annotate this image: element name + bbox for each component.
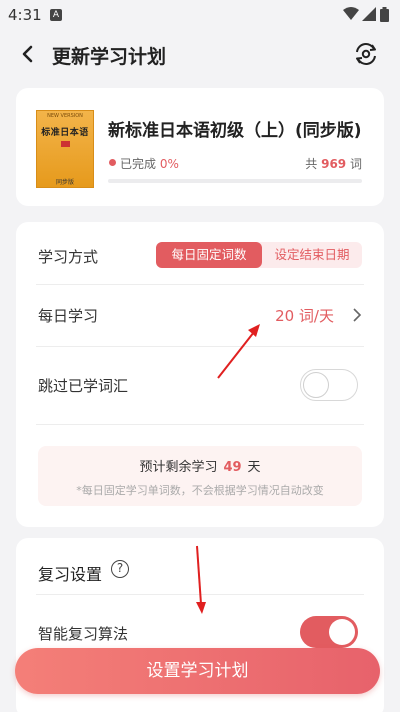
- battery-icon: [380, 7, 389, 22]
- book-card: NEW VERSION 标准日本语 同步版 新标准日本语初级（上）(同步版) 已…: [16, 88, 384, 206]
- notification-icon: A: [50, 9, 62, 21]
- wifi-icon: [343, 7, 359, 20]
- book-cover: NEW VERSION 标准日本语 同步版: [36, 110, 94, 188]
- estimate-text: 预计剩余学习 49 天: [38, 456, 362, 475]
- total-words: 共 969 词: [305, 155, 362, 172]
- progress-bar: [108, 179, 362, 183]
- daily-study-row[interactable]: 每日学习 20 词/天: [16, 284, 384, 346]
- book-title: 新标准日本语初级（上）(同步版): [108, 121, 362, 141]
- divider: [36, 424, 364, 425]
- back-arrow-icon[interactable]: [18, 44, 38, 64]
- estimate-prefix: 预计剩余学习: [139, 460, 218, 475]
- completion-label: 已完成: [120, 157, 157, 171]
- set-study-plan-button[interactable]: 设置学习计划: [15, 648, 380, 694]
- estimate-suffix: 天: [247, 460, 261, 475]
- completion-percent: 0%: [159, 157, 179, 171]
- smart-review-toggle[interactable]: [300, 616, 358, 648]
- mode-fixed-daily-words[interactable]: 每日固定词数: [156, 242, 262, 268]
- total-count: 969: [321, 157, 347, 171]
- top-navigation-bar: 更新学习计划: [0, 30, 400, 80]
- toggle-knob: [303, 372, 329, 398]
- status-bar: 4:31 A: [0, 0, 400, 30]
- smart-review-label: 智能复习算法: [38, 625, 129, 643]
- daily-study-label: 每日学习: [38, 307, 99, 325]
- sync-settings-icon[interactable]: [352, 40, 380, 68]
- total-prefix: 共: [305, 157, 318, 171]
- skip-learned-toggle[interactable]: [300, 369, 358, 401]
- cover-title: 标准日本语: [41, 128, 89, 138]
- daily-study-value: 20 词/天: [275, 307, 334, 325]
- cover-bottom-text: 同步版: [55, 179, 74, 186]
- progress-dot-icon: [109, 159, 116, 166]
- cover-badge: [61, 141, 70, 147]
- completion-status: 已完成 0%: [120, 155, 179, 172]
- study-mode-segmented-control: 每日固定词数 设定结束日期: [156, 242, 362, 268]
- page-title: 更新学习计划: [52, 46, 167, 68]
- study-plan-card: 学习方式 每日固定词数 设定结束日期 每日学习 20 词/天 跳过已学词汇 预计…: [16, 222, 384, 527]
- status-time: 4:31: [8, 6, 42, 24]
- mode-set-end-date[interactable]: 设定结束日期: [262, 242, 362, 268]
- cover-top-text: NEW VERSION: [47, 113, 83, 119]
- signal-icon: [362, 7, 376, 21]
- total-suffix: 词: [349, 157, 362, 171]
- help-icon[interactable]: ?: [111, 560, 129, 578]
- estimate-days: 49: [223, 460, 242, 475]
- review-settings-title: 复习设置: [38, 565, 103, 584]
- estimate-box: 预计剩余学习 49 天 *每日固定学习单词数，不会根据学习情况自动改变: [38, 446, 362, 506]
- skip-learned-label: 跳过已学词汇: [38, 377, 129, 395]
- divider: [36, 346, 364, 347]
- divider: [36, 594, 364, 595]
- chevron-right-icon: [353, 308, 362, 322]
- estimate-note: *每日固定学习单词数，不会根据学习情况自动改变: [76, 484, 324, 497]
- study-mode-label: 学习方式: [38, 248, 99, 266]
- toggle-knob: [329, 619, 355, 645]
